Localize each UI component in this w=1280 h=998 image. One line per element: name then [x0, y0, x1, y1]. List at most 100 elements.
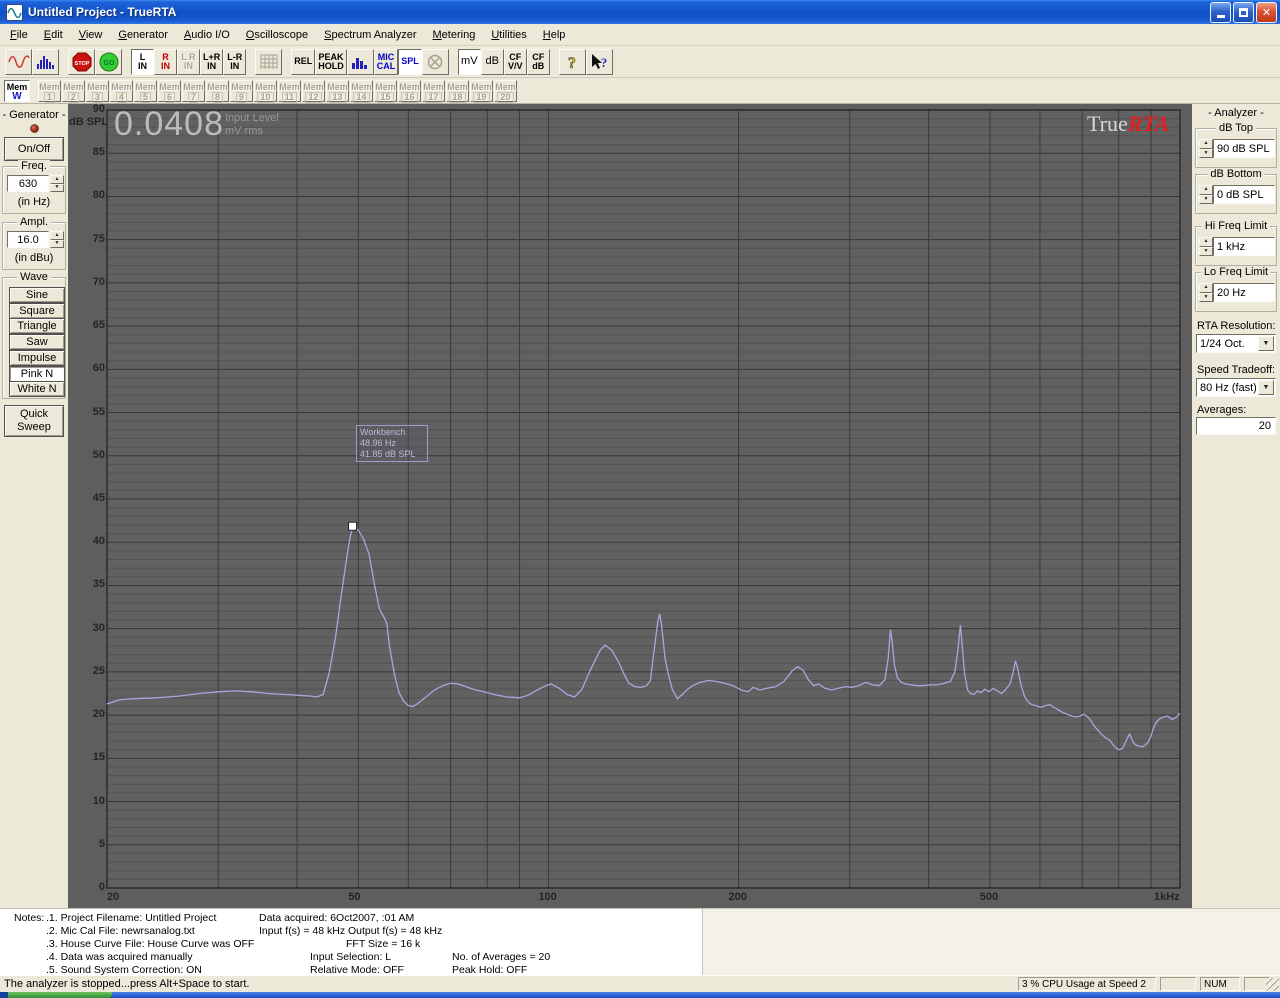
x-tick-500: 500 [980, 891, 998, 903]
spinner-up-icon[interactable]: ▲ [1199, 185, 1213, 195]
hi-freq-group: Hi Freq Limit ▲▼ 1 kHz [1195, 226, 1277, 266]
spl-button[interactable]: SPL [398, 49, 422, 75]
spinner-up-icon[interactable]: ▲ [1199, 139, 1213, 149]
note-line-4-col-1: .4. Data was acquired manually [46, 951, 193, 963]
wave-white-n-button[interactable]: White N [9, 381, 65, 397]
ampl-spinner[interactable]: ▲ ▼ [50, 231, 64, 248]
spinner-up-icon[interactable]: ▲ [50, 175, 64, 184]
stop-button[interactable]: STOP [68, 49, 95, 75]
menu-item-generator[interactable]: Generator [110, 26, 176, 44]
num-lock-box: NUM [1200, 977, 1240, 991]
taskbar-strip[interactable] [112, 992, 1280, 998]
title-bar[interactable]: Untitled Project - TrueRTA ✕ [0, 0, 1280, 24]
wave-impulse-button[interactable]: Impulse [9, 350, 65, 366]
windows-taskbar[interactable] [0, 992, 1280, 998]
go-button[interactable]: GO [95, 49, 122, 75]
spinner-down-icon[interactable]: ▼ [50, 184, 64, 193]
memory-bar: MemWMem1Mem2Mem3Mem4Mem5Mem6Mem7Mem8Mem9… [0, 78, 1280, 104]
spinner-down-icon[interactable]: ▼ [50, 240, 64, 249]
start-button[interactable] [8, 992, 112, 998]
sine-wave-icon[interactable] [5, 49, 32, 75]
hi-freq-input[interactable]: 1 kHz [1213, 237, 1275, 256]
minimize-button[interactable] [1210, 2, 1231, 23]
menu-item-audio-i-o[interactable]: Audio I/O [176, 26, 238, 44]
quick-sweep-button[interactable]: Quick Sweep [4, 405, 64, 437]
resize-grip[interactable] [1266, 978, 1279, 991]
mem-9-button: Mem9 [230, 80, 253, 102]
trace-marker[interactable] [349, 522, 357, 530]
y-axis-title: dB SPL [69, 116, 108, 128]
freq-input[interactable]: 630 [7, 175, 49, 192]
ampl-input[interactable]: 16.0 [7, 231, 49, 248]
menu-item-utilities[interactable]: Utilities [483, 26, 534, 44]
status-bar: The analyzer is stopped...press Alt+Spac… [0, 975, 1280, 992]
note-line-3-col-2: FFT Size = 16 k [346, 938, 420, 950]
input-lplusr-button[interactable]: L+RIN [200, 49, 223, 75]
lo-freq-input[interactable]: 20 Hz [1213, 283, 1275, 302]
rel-button[interactable]: REL [291, 49, 315, 75]
hi-freq-spinner[interactable]: ▲▼ [1199, 237, 1213, 256]
db-top-group: dB Top ▲▼ 90 dB SPL [1195, 128, 1277, 168]
spinner-up-icon[interactable]: ▲ [1199, 283, 1213, 293]
cf-db-button[interactable]: CFdB [527, 49, 550, 75]
toolbar-group-4 [255, 49, 282, 75]
truerta-logo: TrueRTA [1087, 111, 1169, 137]
mem-14-button: Mem14 [350, 80, 373, 102]
menu-item-help[interactable]: Help [535, 26, 574, 44]
menu-item-file[interactable]: File [2, 26, 36, 44]
mem-17-button: Mem17 [422, 80, 445, 102]
chevron-down-icon[interactable]: ▼ [1258, 380, 1274, 395]
help-icon[interactable]: ? [559, 49, 586, 75]
wave-triangle-button[interactable]: Triangle [9, 318, 65, 334]
db-button[interactable]: dB [481, 49, 504, 75]
y-tick-90: 90 [83, 103, 105, 115]
generator-onoff-button[interactable]: On/Off [4, 137, 64, 161]
cf-vv-button[interactable]: CFV/V [504, 49, 527, 75]
menu-item-oscilloscope[interactable]: Oscilloscope [238, 26, 316, 44]
spinner-up-icon[interactable]: ▲ [1199, 237, 1213, 247]
input-lminusr-button[interactable]: L-RIN [223, 49, 246, 75]
wave-pink-n-button[interactable]: Pink N [9, 366, 65, 382]
menu-item-spectrum-analyzer[interactable]: Spectrum Analyzer [316, 26, 424, 44]
toolbar-group-1 [5, 49, 59, 75]
peak-hold-button[interactable]: PEAKHOLD [315, 49, 347, 75]
db-bottom-input[interactable]: 0 dB SPL [1213, 185, 1275, 204]
mv-button[interactable]: mV [458, 49, 481, 75]
close-button[interactable]: ✕ [1256, 2, 1277, 23]
input-left-button[interactable]: LIN [131, 49, 154, 75]
freq-spinner[interactable]: ▲ ▼ [50, 175, 64, 192]
mic-cal-button[interactable]: MICCAL [374, 49, 399, 75]
rta-resolution-select[interactable]: 1/24 Oct. ▼ [1196, 334, 1276, 353]
spectrum-display-icon[interactable] [32, 49, 59, 75]
lo-freq-group: Lo Freq Limit ▲▼ 20 Hz [1195, 272, 1277, 312]
averages-input[interactable]: 20 [1196, 417, 1276, 435]
wave-saw-button[interactable]: Saw [9, 334, 65, 350]
freq-label: Freq. [18, 160, 50, 172]
context-help-icon[interactable]: ? [586, 49, 613, 75]
analyzer-title: - Analyzer - [1192, 107, 1280, 119]
lo-freq-spinner[interactable]: ▲▼ [1199, 283, 1213, 302]
wave-sine-button[interactable]: Sine [9, 287, 65, 303]
bar-display-icon[interactable] [347, 49, 374, 75]
spinner-down-icon[interactable]: ▼ [1199, 195, 1213, 205]
maximize-button[interactable] [1233, 2, 1254, 23]
input-level-readout: 0.0408 [114, 105, 224, 144]
spinner-down-icon[interactable]: ▼ [1199, 293, 1213, 303]
notes-label: Notes: [14, 912, 44, 924]
mem-working-button[interactable]: MemW [4, 80, 30, 102]
menu-item-view[interactable]: View [71, 26, 111, 44]
db-top-input[interactable]: 90 dB SPL [1213, 139, 1275, 158]
wave-square-button[interactable]: Square [9, 303, 65, 319]
speed-tradeoff-select[interactable]: 80 Hz (fast) ▼ [1196, 378, 1276, 397]
db-bottom-group: dB Bottom ▲▼ 0 dB SPL [1195, 174, 1277, 214]
toolbar-group-2: STOPGO [68, 49, 122, 75]
spinner-up-icon[interactable]: ▲ [50, 231, 64, 240]
menu-item-metering[interactable]: Metering [425, 26, 484, 44]
spinner-down-icon[interactable]: ▼ [1199, 149, 1213, 159]
menu-item-edit[interactable]: Edit [36, 26, 71, 44]
db-bottom-spinner[interactable]: ▲▼ [1199, 185, 1213, 204]
db-top-spinner[interactable]: ▲▼ [1199, 139, 1213, 158]
spinner-down-icon[interactable]: ▼ [1199, 247, 1213, 257]
input-right-button[interactable]: RIN [154, 49, 177, 75]
chevron-down-icon[interactable]: ▼ [1258, 336, 1274, 351]
